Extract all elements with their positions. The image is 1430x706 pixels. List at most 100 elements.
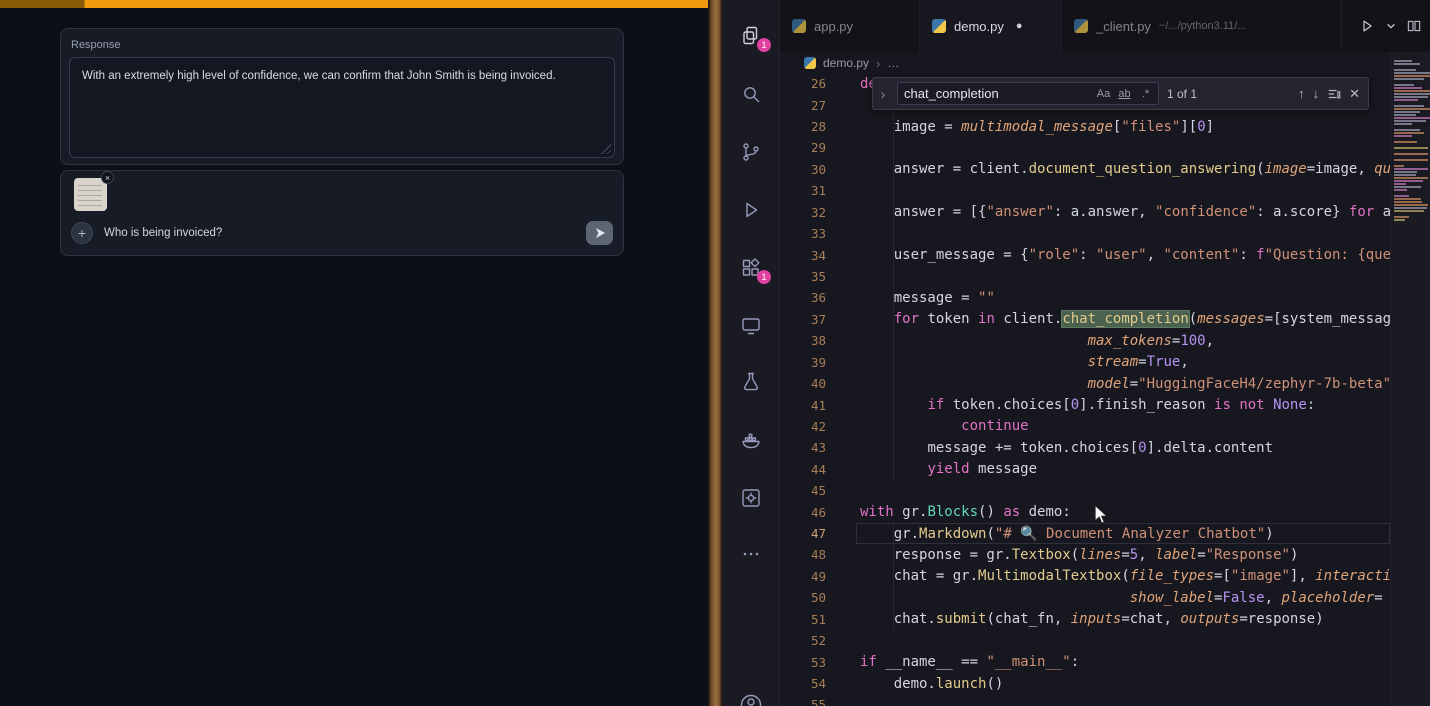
split-editor-button[interactable] [1406,18,1422,34]
previous-match-button[interactable]: ↑ [1298,86,1305,101]
code-line-39: 39 stream=True, [780,351,1390,372]
find-input[interactable] [904,86,1091,101]
line-number: 44 [780,462,826,477]
send-button[interactable] [586,221,613,245]
activity-item-tools[interactable] [722,478,780,522]
line-number: 29 [780,140,826,155]
response-block: Response With an extremely high level of… [60,28,624,165]
minimap-line [1394,195,1409,197]
code-line-38: 38 max_tokens=100, [780,330,1390,351]
code-line-34: 34 user_message = {"role": "user", "cont… [780,244,1390,265]
activity-item-testing[interactable] [722,362,780,406]
activity-item-source-control[interactable] [722,132,780,176]
run-debug-icon [739,198,763,222]
code-line-46: 46with gr.Blocks() as demo: [780,501,1390,522]
line-number: 55 [780,697,826,706]
activity-item-search[interactable] [722,74,780,118]
close-find-button[interactable]: ✕ [1349,86,1360,102]
minimap-line [1394,171,1417,173]
line-number: 48 [780,547,826,562]
minimap-line [1394,114,1416,116]
account-icon [739,692,763,706]
find-in-selection-button[interactable] [1327,87,1341,101]
minimap-line [1394,69,1416,71]
modified-dot-icon[interactable]: ● [1016,20,1023,32]
python-file-icon [792,19,806,33]
activity-item-explorer[interactable]: 1 [722,16,780,60]
minimap-line [1394,84,1414,86]
activity-item-account[interactable] [722,684,780,706]
code-line-28: 28 image = multimodal_message["files"][0… [780,116,1390,137]
python-file-icon [1074,19,1088,33]
line-number: 53 [780,655,826,670]
minimap-line [1394,174,1416,176]
regex-button[interactable]: .* [1137,88,1154,100]
line-number: 32 [780,205,826,220]
whole-word-button[interactable]: ab [1116,88,1133,100]
next-match-button[interactable]: ↓ [1313,86,1320,101]
editor-actions [1358,0,1422,52]
mouse-cursor [1093,504,1113,526]
tab-demo.py[interactable]: demo.py● [920,0,1062,52]
activity-item-extensions[interactable]: 1 [722,248,780,292]
tab-label: _client.py [1096,19,1151,34]
run-dropdown-chevron-icon[interactable] [1386,21,1396,31]
minimap-line [1394,87,1422,89]
minimap-line [1394,60,1412,62]
minimap-line [1394,90,1430,92]
minimap-line [1394,198,1421,200]
activity-item-more[interactable] [722,534,780,578]
code-editor[interactable]: 26def chat_fn(multimodal_message):2728 i… [780,73,1390,706]
activity-item-docker[interactable] [722,420,780,464]
line-number: 49 [780,569,826,584]
remove-attachment-button[interactable]: × [101,171,114,184]
search-icon [739,82,763,106]
resize-handle-icon[interactable] [601,144,611,154]
code-line-43: 43 message += token.choices[0].delta.con… [780,437,1390,458]
attachment-thumbnail[interactable] [74,178,107,211]
breadcrumb-file[interactable]: demo.py [823,56,869,70]
line-number: 28 [780,119,826,134]
chat-input[interactable]: Who is being invoiced? [104,227,575,239]
line-number: 41 [780,398,826,413]
line-number: 36 [780,290,826,305]
minimap-line [1394,183,1406,185]
breadcrumb-symbol[interactable]: … [887,56,899,70]
minimap-line [1394,159,1428,161]
gradio-app: Response With an extremely high level of… [0,0,708,706]
pane-divider[interactable] [708,0,722,706]
line-number: 33 [780,226,826,241]
minimap-line [1394,147,1428,149]
tab-app.py[interactable]: app.py [780,0,920,52]
line-number: 51 [780,612,826,627]
line-number: 37 [780,312,826,327]
line-number: 50 [780,590,826,605]
add-file-button[interactable]: + [71,222,93,244]
minimap-line [1394,99,1418,101]
activity-item-remote-explorer[interactable] [722,306,780,350]
minimap-line [1394,180,1423,182]
find-input-box: Aa ab .* [897,82,1159,105]
find-widget: › Aa ab .* 1 of 1 ↑ ↓ ✕ [872,77,1369,110]
minimap-line [1394,153,1428,155]
minimap-line [1394,75,1430,77]
match-case-button[interactable]: Aa [1095,88,1112,100]
tab-_client.py[interactable]: _client.py~/.../python3.11/... [1062,0,1342,52]
activity-badge: 1 [757,270,771,284]
breadcrumb[interactable]: demo.py › … [804,52,899,74]
remote-explorer-icon [739,314,763,338]
code-line-47: 47 gr.Markdown("# 🔍 Document Analyzer Ch… [780,523,1390,544]
activity-item-run-debug[interactable] [722,190,780,234]
minimap-line [1394,186,1421,188]
activity-badge: 1 [757,38,771,52]
response-textarea[interactable]: With an extremely high level of confiden… [69,57,615,158]
minimap-line [1394,63,1420,65]
minimap-line [1394,141,1417,143]
minimap[interactable] [1390,52,1430,706]
toggle-replace-button[interactable]: › [877,86,889,102]
send-icon [593,226,607,240]
tab-label: app.py [814,19,853,34]
line-number: 26 [780,76,826,91]
code-line-55: 55 [780,694,1390,706]
run-button[interactable] [1358,17,1376,35]
